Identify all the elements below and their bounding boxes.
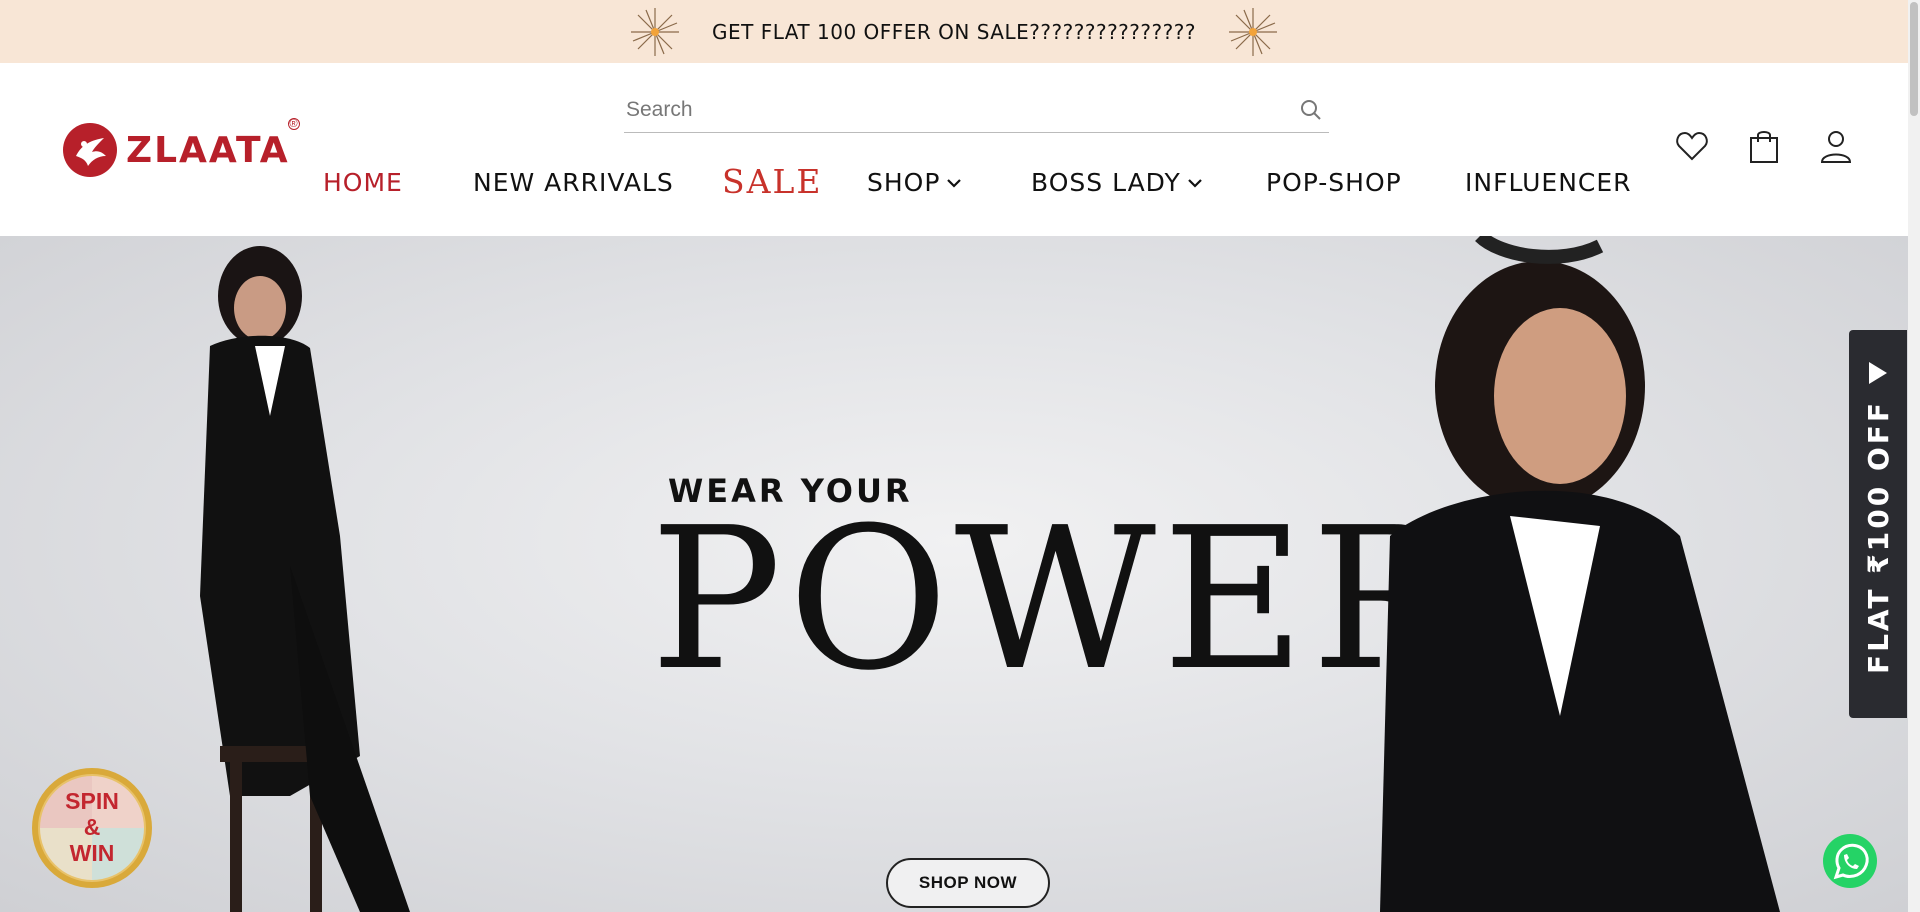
side-tab-label: FLAT ₹100 OFF	[1861, 400, 1895, 675]
search-input[interactable]	[624, 97, 1299, 122]
nav-item-influencer[interactable]: INFLUENCER	[1465, 168, 1632, 197]
spin-and-win-widget[interactable]: SPIN & WIN	[30, 766, 154, 890]
nav-item-home[interactable]: HOME	[323, 168, 403, 197]
brand-name: ZLAATA	[126, 129, 290, 171]
model-seated-image	[200, 246, 410, 912]
search-bar	[624, 87, 1329, 133]
announcement-text: GET FLAT 100 OFFER ON SALE??????????????…	[711, 19, 1196, 44]
model-portrait-image	[1380, 236, 1780, 912]
announcement-bar: GET FLAT 100 OFFER ON SALE??????????????…	[0, 0, 1908, 63]
chevron-down-icon	[1188, 178, 1202, 188]
site-header: ZLAATA ® HOME NEW ARRIVALS SALE SHOP BOS…	[0, 63, 1908, 236]
play-triangle-icon	[1869, 362, 1887, 384]
scrollbar-thumb[interactable]	[1910, 2, 1918, 116]
shop-now-button[interactable]: SHOP NOW	[886, 858, 1050, 908]
hero-headline: POWER	[650, 486, 1465, 714]
flat-offer-side-tab[interactable]: FLAT ₹100 OFF	[1849, 330, 1907, 718]
page: GET FLAT 100 OFFER ON SALE??????????????…	[0, 0, 1920, 912]
spin-win-text: SPIN & WIN	[65, 788, 119, 866]
heart-icon[interactable]	[1674, 128, 1710, 164]
header-actions	[1674, 128, 1854, 164]
nav-item-sale[interactable]: SALE	[722, 162, 822, 201]
nav-item-pop-shop[interactable]: POP-SHOP	[1266, 168, 1402, 197]
chevron-down-icon	[947, 178, 962, 188]
firework-icon	[1229, 7, 1277, 56]
nav-item-shop[interactable]: SHOP	[867, 168, 962, 197]
hero-banner[interactable]: WEAR YOUR POWER SHOP NOW	[0, 236, 1908, 912]
nav-item-boss-lady[interactable]: BOSS LADY	[1031, 168, 1203, 197]
firework-icon	[630, 7, 679, 56]
search-icon[interactable]	[1299, 98, 1323, 122]
registered-mark: ®	[287, 118, 300, 130]
nav-item-new-arrivals[interactable]: NEW ARRIVALS	[473, 168, 674, 197]
main-nav: HOME NEW ARRIVALS SALE SHOP BOSS LADY PO…	[0, 162, 1700, 218]
user-icon[interactable]	[1818, 128, 1854, 164]
whatsapp-icon[interactable]	[1822, 833, 1878, 889]
shopping-bag-icon[interactable]	[1746, 128, 1782, 164]
page-scrollbar[interactable]	[1908, 0, 1920, 912]
